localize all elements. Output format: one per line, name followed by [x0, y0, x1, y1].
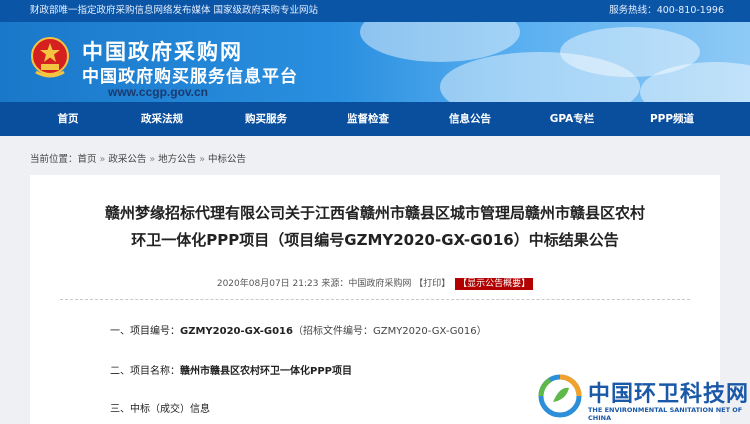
site-banner: 中国政府采购网 中国政府购买服务信息平台 www.ccgp.gov.cn: [0, 22, 750, 102]
article-source: 来源：中国政府采购网: [321, 279, 412, 289]
nav-item-supervision[interactable]: 监督检查: [328, 102, 408, 136]
article-date: 2020年08月07日 21:23: [216, 279, 319, 289]
breadcrumb-item-home[interactable]: 首页: [78, 154, 97, 165]
watermark-logo: 中国环卫科技网 THE ENVIRONMENTAL SANITATION NET…: [530, 370, 750, 424]
breadcrumb-item-local-announcements[interactable]: 地方公告: [158, 154, 196, 165]
section-project-name: 二、项目名称：赣州市赣县区农村环卫一体化PPP项目: [110, 362, 352, 377]
show-summary-button[interactable]: 【显示公告概要】: [455, 278, 534, 290]
recycle-leaf-icon: [538, 374, 582, 418]
site-url[interactable]: www.ccgp.gov.cn: [108, 85, 208, 99]
watermark-subtitle: THE ENVIRONMENTAL SANITATION NET OF CHIN…: [588, 406, 743, 422]
top-info-bar: 财政部唯一指定政府采购信息网络发布媒体 国家级政府采购专业网站 服务热线：400…: [0, 0, 750, 22]
article-title-line2: 环卫一体化PPP项目（项目编号GZMY2020-GX-G016）中标结果公告: [131, 231, 619, 249]
print-link[interactable]: 【打印】: [414, 279, 450, 289]
nav-item-home[interactable]: 首页: [38, 102, 98, 136]
breadcrumb-sep: »: [199, 154, 205, 165]
section-label: 三、中标（成交）信息: [110, 404, 210, 415]
hotline-number: 400-810-1996: [656, 5, 724, 16]
section-label: 二、项目名称：: [110, 366, 180, 377]
project-number-value: GZMY2020-GX-G016: [180, 326, 293, 337]
site-tagline: 财政部唯一指定政府采购信息网络发布媒体 国家级政府采购专业网站: [30, 5, 319, 16]
tender-doc-number: （招标文件编号：GZMY2020-GX-G016）: [292, 326, 487, 337]
nav-item-announcements[interactable]: 信息公告: [430, 102, 510, 136]
article-title: 赣州梦缘招标代理有限公司关于江西省赣州市赣县区城市管理局赣州市赣县区农村 环卫一…: [30, 200, 720, 254]
breadcrumb-sep: »: [99, 154, 106, 165]
nav-item-ppp[interactable]: PPP频道: [632, 102, 712, 136]
meta-divider: [60, 299, 690, 300]
article-title-line1: 赣州梦缘招标代理有限公司关于江西省赣州市赣县区城市管理局赣州市赣县区农村: [104, 204, 645, 222]
breadcrumb-sep: »: [149, 154, 156, 165]
nav-item-regulations[interactable]: 政采法规: [122, 102, 202, 136]
breadcrumb-item-gov-announcements[interactable]: 政采公告: [108, 154, 146, 165]
national-emblem-icon: [31, 37, 69, 78]
hotline-label: 服务热线：: [609, 5, 657, 16]
main-nav: 首页 政采法规 购买服务 监督检查 信息公告 GPA专栏 PPP频道: [0, 102, 750, 136]
breadcrumb-prefix: 当前位置：: [30, 154, 78, 165]
nav-item-purchase-services[interactable]: 购买服务: [226, 102, 306, 136]
breadcrumb: 当前位置：首页» 政采公告» 地方公告» 中标公告: [30, 151, 246, 165]
site-subtitle: 中国政府购买服务信息平台: [82, 67, 298, 87]
watermark-title: 中国环卫科技网: [588, 382, 750, 407]
section-award-info: 三、中标（成交）信息: [110, 400, 210, 415]
article-meta: 2020年08月07日 21:23 来源：中国政府采购网 【打印】 【显示公告概…: [30, 276, 720, 290]
section-label: 一、项目编号：: [110, 326, 180, 337]
section-project-number: 一、项目编号：GZMY2020-GX-G016（招标文件编号：GZMY2020-…: [110, 322, 487, 337]
project-name-value: 赣州市赣县区农村环卫一体化PPP项目: [180, 366, 352, 377]
breadcrumb-item-award-announcements[interactable]: 中标公告: [208, 154, 246, 165]
nav-item-gpa[interactable]: GPA专栏: [532, 102, 612, 136]
hotline: 服务热线：400-810-1996: [609, 0, 724, 22]
